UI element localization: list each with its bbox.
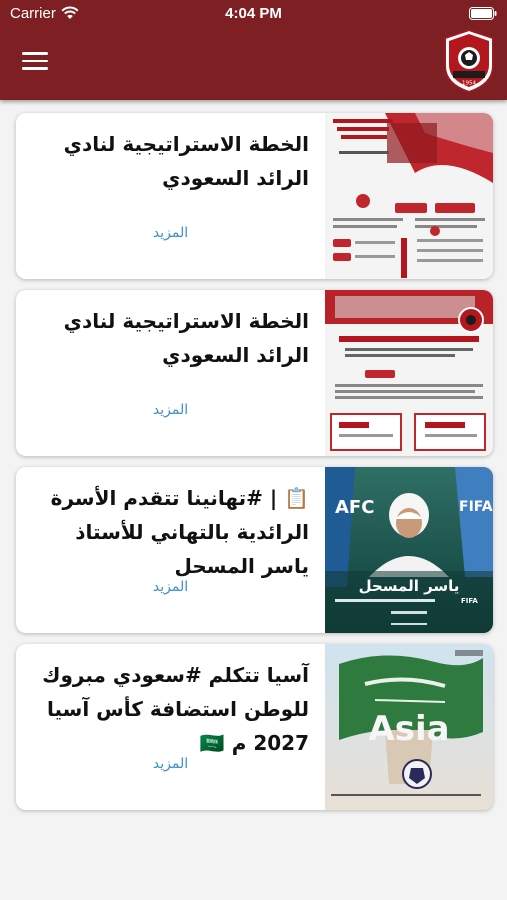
logo-year: 1954 <box>462 81 476 87</box>
news-thumbnail[interactable] <box>325 290 493 456</box>
fifa-council-portrait-image: AFC FIFA ياسر المسحل FIFA <box>325 467 493 633</box>
news-card[interactable]: الخطة الاستراتيجية لنادي الرائد السعودي … <box>16 290 493 456</box>
news-thumbnail[interactable] <box>325 113 493 279</box>
news-card-text: الخطة الاستراتيجية لنادي الرائد السعودي <box>16 113 325 279</box>
news-title[interactable]: 📋 | #تهانينا تتقدم الأسرة الرائدية بالته… <box>26 481 309 583</box>
more-link[interactable]: المزيد <box>16 579 325 595</box>
news-card-text: 📋 | #تهانينا تتقدم الأسرة الرائدية بالته… <box>16 467 325 633</box>
news-card-text: آسيا تتكلم #سعودي مبروك للوطن استضافة كأ… <box>16 644 325 810</box>
strategic-plan-infographic-image <box>325 290 493 456</box>
news-thumbnail[interactable]: AFC FIFA ياسر المسحل FIFA <box>325 467 493 633</box>
news-card[interactable]: آسيا تتكلم #سعودي مبروك للوطن استضافة كأ… <box>16 644 493 810</box>
battery-icon <box>469 7 497 20</box>
news-card-text: الخطة الاستراتيجية لنادي الرائد السعودي <box>16 290 325 456</box>
status-bar: Carrier 4:04 PM <box>0 0 507 28</box>
club-logo[interactable]: 1954 <box>443 28 495 94</box>
more-link[interactable]: المزيد <box>16 225 325 241</box>
news-title[interactable]: الخطة الاستراتيجية لنادي الرائد السعودي <box>26 304 309 372</box>
news-title[interactable]: الخطة الاستراتيجية لنادي الرائد السعودي <box>26 127 309 195</box>
news-thumbnail[interactable]: Asia <box>325 644 493 810</box>
news-card[interactable]: 📋 | #تهانينا تتقدم الأسرة الرائدية بالته… <box>16 467 493 633</box>
hamburger-menu-icon[interactable] <box>22 52 48 72</box>
news-card[interactable]: الخطة الاستراتيجية لنادي الرائد السعودي … <box>16 113 493 279</box>
more-link[interactable]: المزيد <box>16 756 325 772</box>
status-time: 4:04 PM <box>225 5 282 22</box>
news-title[interactable]: آسيا تتكلم #سعودي مبروك للوطن استضافة كأ… <box>26 658 309 760</box>
asia-cup-flag-image: Asia <box>325 644 493 810</box>
news-list: الخطة الاستراتيجية لنادي الرائد السعودي … <box>16 113 493 821</box>
app-header: Carrier 4:04 PM 1954 <box>0 0 507 100</box>
svg-text:AFC: AFC <box>335 497 374 518</box>
svg-text:FIFA: FIFA <box>461 597 478 605</box>
thumbnail-name: ياسر المسحل <box>359 577 460 595</box>
strategic-plan-infographic-image <box>325 113 493 279</box>
svg-text:FIFA: FIFA <box>459 499 493 515</box>
more-link[interactable]: المزيد <box>16 402 325 418</box>
svg-text:Asia: Asia <box>368 709 449 749</box>
